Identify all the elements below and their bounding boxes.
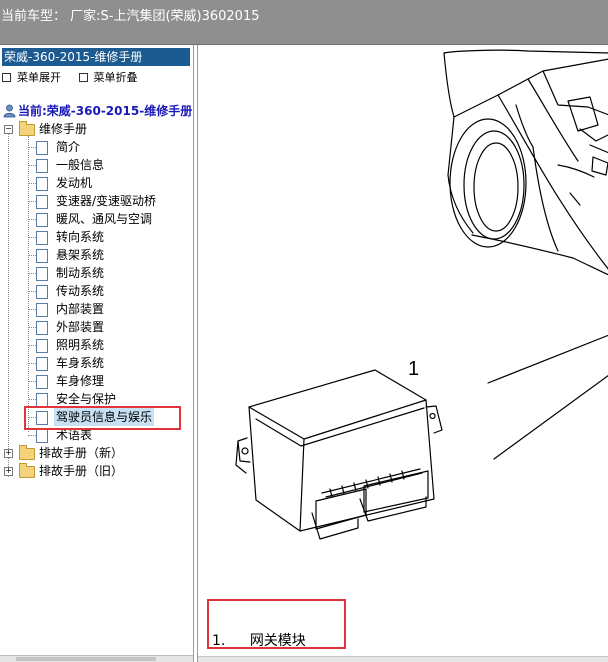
expand-all-label: 菜单展开 — [17, 71, 61, 84]
tree-item-label: 车身系统 — [56, 356, 105, 370]
document-icon — [36, 285, 48, 299]
tree-item-label: 暖风、通风与空调 — [56, 212, 153, 226]
tree-item-11[interactable]: 照明系统 — [0, 336, 193, 354]
tree-item-label: 一般信息 — [56, 158, 105, 172]
folder-icon — [19, 445, 35, 460]
document-icon — [36, 213, 48, 227]
folder-open-icon — [19, 121, 35, 136]
expand-icon[interactable]: + — [4, 467, 13, 476]
tree-item-label: 变速器/变速驱动桥 — [56, 194, 157, 208]
tree-item-3[interactable]: 变速器/变速驱动桥 — [0, 192, 193, 210]
document-icon — [36, 303, 48, 317]
callout-number: 1 — [408, 358, 419, 380]
tree-node-label: 排故手册（新） — [39, 446, 124, 460]
tree-item-9[interactable]: 内部装置 — [0, 300, 193, 318]
document-icon — [36, 249, 48, 263]
tree-item-label: 车身修理 — [56, 374, 105, 388]
tree-item-label: 悬架系统 — [56, 248, 105, 262]
document-icon — [36, 141, 48, 155]
sidebar-horizontal-scrollbar[interactable] — [0, 655, 193, 662]
tree-root-troubleshooting-old[interactable]: + 排故手册（旧） — [0, 462, 193, 480]
tree-item-label: 简介 — [56, 140, 81, 154]
gateway-module-illustration: 1 — [235, 49, 608, 540]
tree-item-7[interactable]: 制动系统 — [0, 264, 193, 282]
tree-item-label: 外部装置 — [56, 320, 105, 334]
collapse-all-button[interactable]: 菜单折叠 — [78, 69, 138, 85]
document-icon — [36, 429, 48, 443]
expand-all-button[interactable]: 菜单展开 — [2, 69, 61, 85]
annotation-box-selected-item — [24, 406, 181, 430]
manual-header: 荣威-360-2015-维修手册 — [2, 48, 190, 66]
current-manual-label: 当前:荣威-360-2015-维修手册 — [18, 104, 193, 118]
tree-item-10[interactable]: 外部装置 — [0, 318, 193, 336]
tree-item-4[interactable]: 暖风、通风与空调 — [0, 210, 193, 228]
tree-item-0[interactable]: 简介 — [0, 138, 193, 156]
document-icon — [36, 393, 48, 407]
tree-item-13[interactable]: 车身修理 — [0, 372, 193, 390]
folder-icon — [19, 463, 35, 478]
menu-actions: 菜单展开 菜单折叠 — [2, 69, 152, 85]
tree-item-label: 制动系统 — [56, 266, 105, 280]
tree-item-6[interactable]: 悬架系统 — [0, 246, 193, 264]
title-bar: 当前车型： 厂家:S-上汽集团(荣威)3602015 — [0, 0, 608, 45]
current-manual: 当前:荣威-360-2015-维修手册 — [3, 102, 192, 119]
collapse-all-label: 菜单折叠 — [93, 71, 138, 84]
content-horizontal-scrollbar[interactable] — [198, 656, 608, 662]
document-icon — [36, 267, 48, 281]
document-icon — [36, 159, 48, 173]
tree-item-label: 转向系统 — [56, 230, 105, 244]
tree-item-5[interactable]: 转向系统 — [0, 228, 193, 246]
tree-item-1[interactable]: 一般信息 — [0, 156, 193, 174]
tree-item-2[interactable]: 发动机 — [0, 174, 193, 192]
tree-node-label: 排故手册（旧） — [39, 464, 124, 478]
square-icon — [2, 72, 11, 82]
tree-item-12[interactable]: 车身系统 — [0, 354, 193, 372]
tree-item-label: 发动机 — [56, 176, 93, 190]
content-panel: 1 1. 网关模块 — [197, 45, 608, 662]
user-icon — [3, 104, 16, 117]
document-icon — [36, 339, 48, 353]
tree-item-label: 内部装置 — [56, 302, 105, 316]
tree-item-8[interactable]: 传动系统 — [0, 282, 193, 300]
collapse-icon[interactable]: − — [4, 125, 13, 134]
document-icon — [36, 195, 48, 209]
document-icon — [36, 321, 48, 335]
document-icon — [36, 177, 48, 191]
tree-node-label: 维修手册 — [39, 122, 88, 136]
document-icon — [36, 357, 48, 371]
annotation-box-caption — [207, 599, 346, 649]
tree-item-label: 传动系统 — [56, 284, 105, 298]
expand-icon[interactable]: + — [4, 449, 13, 458]
tree-root-repair-manual[interactable]: − 维修手册 — [0, 120, 193, 138]
tree-item-label: 照明系统 — [56, 338, 105, 352]
scrollbar-thumb[interactable] — [16, 657, 156, 661]
document-icon — [36, 375, 48, 389]
document-icon — [36, 231, 48, 245]
sidebar-panel: 荣威-360-2015-维修手册 菜单展开 菜单折叠 当前:荣威-360-201… — [0, 45, 194, 662]
square-icon — [78, 72, 88, 82]
current-vehicle-title: 当前车型： 厂家:S-上汽集团(荣威)3602015 — [1, 9, 260, 24]
tree-root-troubleshooting-new[interactable]: + 排故手册（新） — [0, 444, 193, 462]
